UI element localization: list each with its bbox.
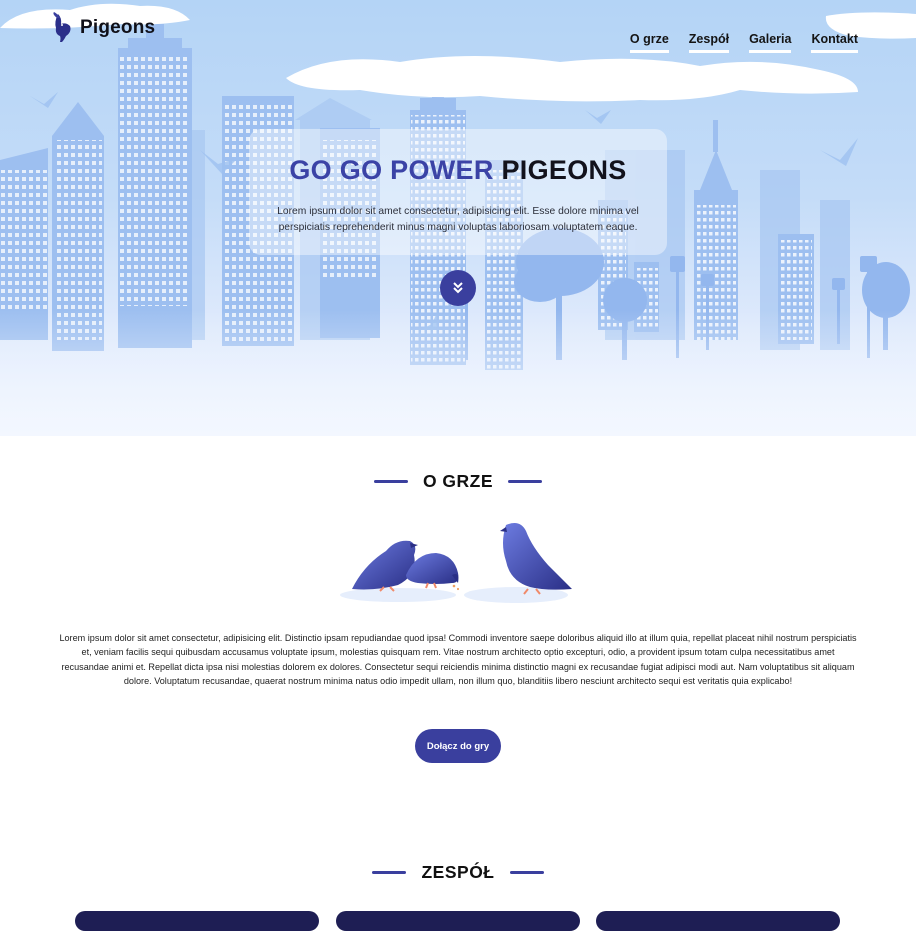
hero-text: Lorem ipsum dolor sit amet consectetur, …: [277, 206, 639, 233]
double-chevron-down-icon: [453, 282, 463, 294]
about-title: O GRZE: [422, 471, 494, 491]
title-line-right: [509, 871, 544, 874]
main-nav: O grze Zespół Galeria Kontakt: [610, 32, 858, 53]
pigeons-illustration: [340, 523, 572, 603]
team-card: [596, 911, 840, 931]
nav-item-zespol[interactable]: Zespół: [688, 32, 730, 53]
brand-name: Pigeons: [80, 17, 156, 38]
join-game-button[interactable]: Dołącz do gry: [415, 729, 501, 763]
title-line-left: [373, 480, 408, 483]
about-text: Lorem ipsum dolor sit amet consectetur, …: [59, 633, 857, 686]
title-line-right: [508, 480, 543, 483]
about-section-title: O GRZE: [0, 471, 916, 492]
scroll-down-button[interactable]: [440, 270, 476, 306]
team-card: [75, 911, 319, 931]
team-section-title: ZESPÓŁ: [0, 862, 916, 883]
team-title: ZESPÓŁ: [421, 862, 495, 882]
hero-section: Pigeons O grze Zespół Galeria Kontakt GO…: [0, 0, 916, 436]
hero-title: GO GO POWER PIGEONS: [249, 155, 667, 186]
brand-logo[interactable]: Pigeons: [52, 12, 155, 44]
pigeon-icon: [53, 12, 71, 42]
nav-item-o-grze[interactable]: O grze: [629, 32, 669, 53]
team-card: [336, 911, 580, 931]
hero-title-part2: PIGEONS: [501, 155, 627, 185]
hero-panel: GO GO POWER PIGEONS Lorem ipsum dolor si…: [249, 129, 667, 255]
hero-title-part1: GO GO POWER: [289, 155, 494, 185]
nav-item-kontakt[interactable]: Kontakt: [811, 32, 858, 53]
nav-item-galeria[interactable]: Galeria: [749, 32, 792, 53]
title-line-left: [372, 871, 407, 874]
